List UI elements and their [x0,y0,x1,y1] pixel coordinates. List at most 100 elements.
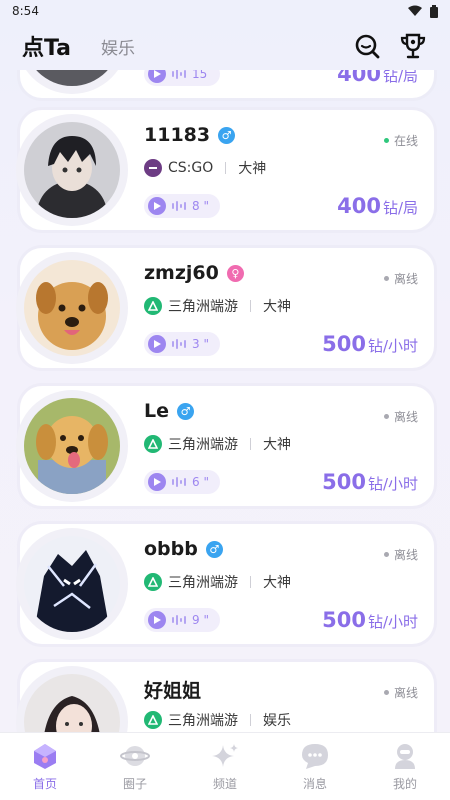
voice-duration: 8 " [192,199,209,213]
player-name: zmzj60 [144,262,219,284]
player-card[interactable]: 好姐姐 离线 三角洲端游 娱乐 [16,662,434,732]
waveform-icon [172,339,186,349]
game-row: 三角洲端游 大神 [144,434,291,454]
avatar-frame [16,528,128,640]
price: 400 钻/局 [337,194,418,218]
nav-circle[interactable]: 圈子 [100,741,170,792]
voice-intro-button[interactable]: 3 " [144,332,220,356]
home-icon [30,741,60,771]
status-bar: 8:54 [0,0,450,22]
avatar-frame [16,252,128,364]
avatar [24,398,120,494]
delta-force-game-icon [144,297,162,315]
trophy-icon [400,33,426,59]
ranking-button[interactable] [398,31,428,61]
price-unit: 钻/小时 [367,337,418,355]
nav-messages[interactable]: 消息 [280,741,350,792]
bottom-nav: 首页 圈子 频道 消息 我的 [0,732,450,800]
search-button[interactable] [352,31,382,61]
wifi-icon [408,5,422,16]
online-status: 离线 [383,408,418,425]
separator [250,438,251,450]
voice-intro-button[interactable]: 6 " [144,470,220,494]
game-name: 三角洲端游 [168,575,238,591]
tab-dianta[interactable]: 点Ta [22,30,71,62]
status-time: 8:54 [12,4,39,18]
male-icon: ♂ [177,402,194,420]
player-card[interactable]: 11183 ♂ 在线 CS:GO 大神 8 " 400 钻/局 [16,110,434,230]
name-row: Le ♂ [144,400,194,422]
nav-home[interactable]: 首页 [10,741,80,792]
price-value: 400 [337,70,381,86]
separator [250,714,251,726]
battery-icon [430,4,438,18]
price-unit: 钻/局 [382,199,418,217]
avatar [24,260,120,356]
nav-label: 圈子 [122,777,147,791]
game-row: CS:GO 大神 [144,158,266,178]
delta-force-game-icon [144,573,162,591]
player-level: 大神 [263,299,291,315]
player-card[interactable]: zmzj60 ♀ 离线 三角洲端游 大神 3 " 500 钻/小时 [16,248,434,368]
voice-duration: 9 " [192,613,209,627]
offline-dot [383,414,389,419]
csgo-game-icon [144,159,162,177]
play-icon [148,473,166,491]
player-card[interactable]: obbb ♂ 离线 三角洲端游 大神 9 " 500 钻/小时 [16,524,434,644]
player-level: 娱乐 [263,713,291,729]
nav-label: 频道 [212,777,237,791]
offline-dot [383,552,389,557]
name-row: 好姐姐 [144,676,201,703]
name-row: zmzj60 ♀ [144,262,244,284]
online-status: 离线 [383,684,418,701]
player-level: 大神 [263,575,291,591]
status-text: 离线 [393,686,418,700]
game-name: CS:GO [168,160,214,176]
search-icon [355,34,380,59]
nav-channel[interactable]: 频道 [190,741,260,792]
player-level: 大神 [238,161,267,177]
avatar [24,536,120,632]
price-value: 400 [337,194,381,218]
player-name: 好姐姐 [144,680,202,702]
player-name: Le [144,400,169,422]
game-name: 三角洲端游 [168,713,238,729]
separator [250,300,251,312]
voice-intro-button[interactable]: 8 " [144,194,220,218]
voice-duration: 6 " [192,475,209,489]
voice-intro-button[interactable]: 9 " [144,608,220,632]
price-value: 500 [322,332,366,356]
nav-profile[interactable]: 我的 [370,741,440,792]
male-icon: ♂ [218,126,236,144]
nav-label: 首页 [32,777,57,791]
price: 500 钻/小时 [322,608,418,632]
voice-intro-button[interactable]: 15 [144,70,220,86]
status-icons [408,4,438,18]
price: 400 钻/局 [337,70,418,86]
voice-duration: 3 " [192,337,209,351]
header: 点Ta 娱乐 [0,22,450,70]
price-value: 500 [322,470,366,494]
status-text: 离线 [393,548,418,562]
price-unit: 钻/小时 [367,475,418,493]
player-list[interactable]: 15 400 钻/局 11183 ♂ 在线 CS:GO 大神 8 " 400 钻… [0,70,450,732]
game-row: 三角洲端游 大神 [144,296,291,316]
waveform-icon [172,70,186,79]
chat-icon [300,741,330,771]
online-status: 离线 [383,546,418,563]
offline-dot [383,276,389,281]
separator [225,162,227,174]
name-row: obbb ♂ [144,538,223,560]
avatar-frame [16,114,128,226]
nav-label: 我的 [392,777,417,791]
game-row: 三角洲端游 大神 [144,572,291,592]
waveform-icon [172,201,186,211]
voice-duration: 15 [192,70,208,81]
profile-icon [390,741,420,771]
player-card[interactable]: 15 400 钻/局 [16,70,434,98]
tab-entertainment[interactable]: 娱乐 [101,34,135,59]
avatar [24,122,120,218]
avatar-frame [16,666,128,732]
player-card[interactable]: Le ♂ 离线 三角洲端游 大神 6 " 500 钻/小时 [16,386,434,506]
online-status: 离线 [383,270,418,287]
